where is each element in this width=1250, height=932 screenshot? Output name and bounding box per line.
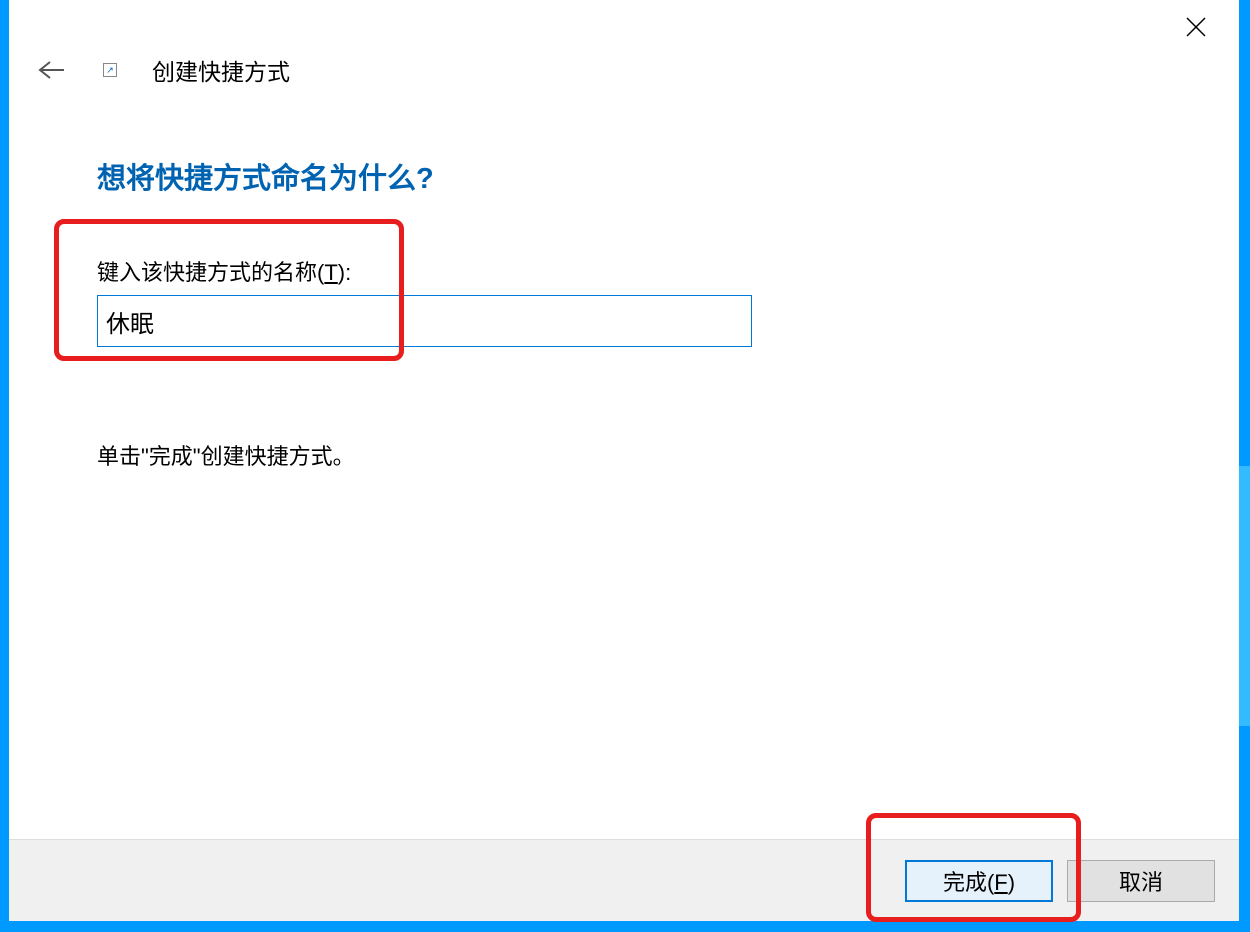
wizard-heading: 想将快捷方式命名为什么? (97, 155, 1239, 197)
finish-hotkey: F (994, 870, 1007, 895)
create-shortcut-wizard: 创建快捷方式 想将快捷方式命名为什么? 键入该快捷方式的名称(T): 单击"完成… (9, 0, 1239, 921)
back-button[interactable] (37, 55, 67, 85)
right-accent-bar (1239, 466, 1250, 726)
instruction-text: 单击"完成"创建快捷方式。 (97, 439, 1239, 471)
shortcut-name-input[interactable] (97, 295, 752, 347)
name-input-label: 键入该快捷方式的名称(T): (97, 255, 1239, 287)
finish-prefix: 完成( (943, 870, 994, 895)
footer-bar: 完成(F) 取消 (9, 839, 1239, 921)
content-area: 想将快捷方式命名为什么? 键入该快捷方式的名称(T): 单击"完成"创建快捷方式… (9, 90, 1239, 839)
finish-button[interactable]: 完成(F) (905, 860, 1053, 902)
back-arrow-icon (38, 60, 66, 80)
shortcut-overlay-icon (103, 63, 117, 77)
name-input-section: 键入该快捷方式的名称(T): (97, 255, 1239, 347)
cancel-button[interactable]: 取消 (1067, 860, 1215, 902)
titlebar (9, 0, 1239, 50)
label-prefix: 键入该快捷方式的名称( (97, 260, 324, 285)
header-row: 创建快捷方式 (9, 50, 1239, 90)
label-suffix: ): (338, 260, 351, 285)
close-button[interactable] (1181, 12, 1211, 42)
finish-suffix: ) (1008, 870, 1015, 895)
close-icon (1184, 15, 1208, 39)
dialog-title: 创建快捷方式 (152, 53, 290, 87)
label-hotkey: T (324, 260, 337, 285)
